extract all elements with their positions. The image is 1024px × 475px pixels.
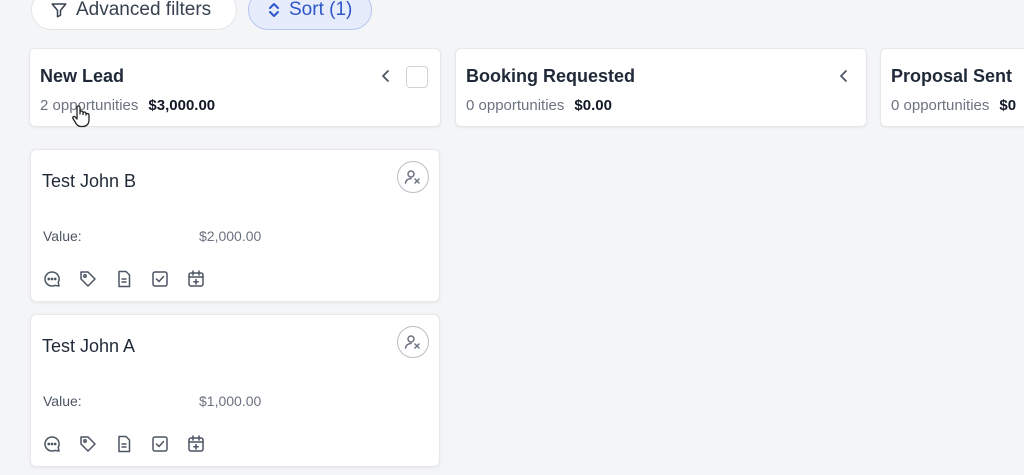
tag-icon[interactable]: [78, 269, 98, 289]
opportunity-card[interactable]: Test John B Value: $2,000.00: [30, 149, 440, 302]
column-title: New Lead: [40, 66, 125, 86]
column-header-proposal-sent: Proposal Sent 0 opportunities $0: [880, 48, 1024, 127]
opportunity-card[interactable]: Test John A Value: $1,000.00: [30, 314, 440, 467]
collapse-column-icon[interactable]: [836, 67, 852, 85]
user-remove-icon: [404, 335, 420, 349]
opportunity-value: $2,000.00: [199, 228, 262, 244]
column-summary: 2 opportunities $3,000.00: [40, 97, 215, 114]
user-remove-icon: [404, 170, 420, 184]
chat-icon[interactable]: [42, 269, 62, 289]
calendar-add-icon[interactable]: [186, 269, 206, 289]
opportunity-name: Test John A: [42, 336, 136, 356]
opportunity-count: 0 opportunities: [466, 97, 565, 114]
column-amount: $0.00: [574, 97, 612, 114]
task-checkbox-icon[interactable]: [150, 269, 170, 289]
column-summary: 0 opportunities $0: [891, 97, 1016, 114]
sort-icon: [267, 1, 281, 19]
advanced-filters-button[interactable]: Advanced filters: [31, 0, 237, 30]
select-column-checkbox[interactable]: [406, 66, 428, 88]
unassigned-user-button[interactable]: [397, 161, 429, 193]
opportunity-count: 0 opportunities: [891, 97, 990, 114]
card-actions: [42, 434, 206, 454]
chat-icon[interactable]: [42, 434, 62, 454]
calendar-add-icon[interactable]: [186, 434, 206, 454]
column-title: Booking Requested: [466, 66, 636, 86]
value-label: Value:: [43, 228, 82, 244]
card-actions: [42, 269, 206, 289]
advanced-filters-label: Advanced filters: [76, 0, 212, 20]
tag-icon[interactable]: [78, 434, 98, 454]
sort-label: Sort (1): [289, 0, 353, 20]
value-label: Value:: [43, 393, 82, 409]
sort-button[interactable]: Sort (1): [248, 0, 372, 30]
column-amount: $0: [999, 97, 1017, 114]
opportunity-value: $1,000.00: [199, 393, 262, 409]
task-checkbox-icon[interactable]: [150, 434, 170, 454]
unassigned-user-button[interactable]: [397, 326, 429, 358]
column-summary: 0 opportunities $0.00: [466, 97, 612, 114]
document-icon[interactable]: [114, 434, 134, 454]
opportunity-name: Test John B: [42, 171, 137, 191]
collapse-column-icon[interactable]: [378, 67, 394, 85]
hand-cursor-icon: [70, 104, 92, 133]
column-header-booking-requested: Booking Requested 0 opportunities $0.00: [455, 48, 867, 127]
column-title: Proposal Sent: [891, 66, 1013, 86]
document-icon[interactable]: [114, 269, 134, 289]
column-amount: $3,000.00: [148, 97, 216, 114]
filter-icon: [50, 1, 68, 19]
